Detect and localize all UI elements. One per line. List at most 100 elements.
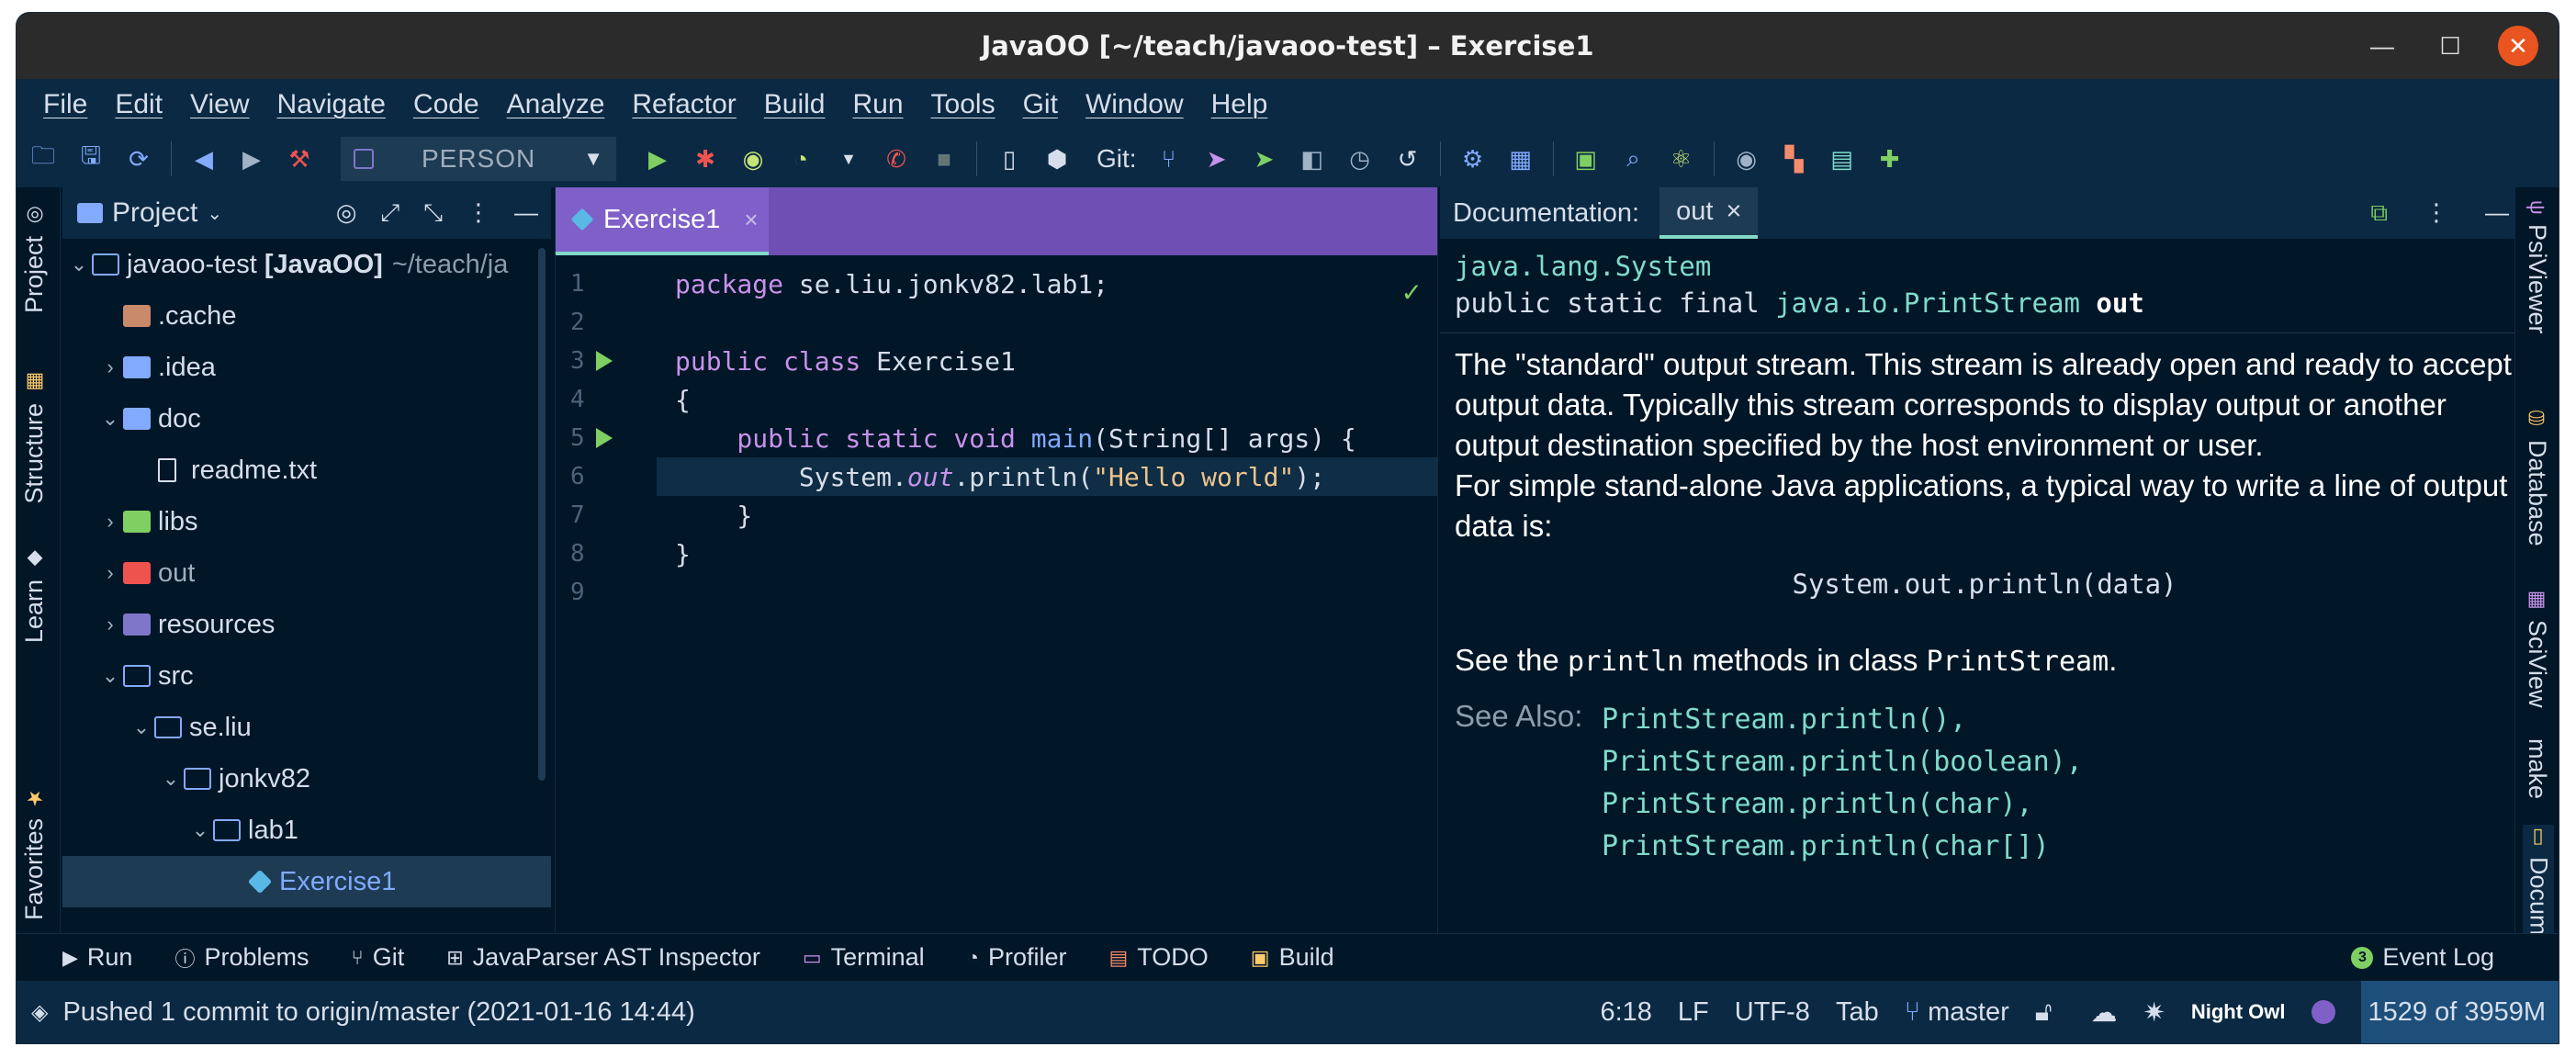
menu-git[interactable]: Git xyxy=(1009,89,1072,120)
tool-button-run[interactable]: ▶ Run xyxy=(62,943,132,972)
project-panel-title[interactable]: Project xyxy=(112,197,197,229)
git-branch-widget[interactable]: ⑂ master xyxy=(1905,997,2009,1028)
layout-icon[interactable]: ▚ xyxy=(1779,143,1810,174)
more-options-icon[interactable]: ⋮ xyxy=(467,198,490,228)
tool-tab-learn[interactable]: Learn ◆ xyxy=(20,547,49,643)
menu-analyze[interactable]: Analyze xyxy=(493,89,619,120)
project-scrollbar[interactable] xyxy=(538,248,546,781)
file-encoding[interactable]: UTF-8 xyxy=(1735,997,1810,1028)
tree-row-libs[interactable]: › libs xyxy=(62,496,551,547)
menu-help[interactable]: Help xyxy=(1198,89,1282,120)
edit-source-icon[interactable]: ⧉ xyxy=(2370,198,2388,228)
chevron-down-icon[interactable]: ⌄ xyxy=(129,715,154,739)
package-icon[interactable]: ⬢ xyxy=(1041,143,1073,174)
hide-panel-icon[interactable]: — xyxy=(2485,198,2509,228)
chevron-down-icon[interactable]: ⌄ xyxy=(97,407,123,431)
chevron-right-icon[interactable]: › xyxy=(97,355,123,379)
minimize-button[interactable]: — xyxy=(2362,26,2402,66)
locate-icon[interactable]: ◎ xyxy=(336,198,357,228)
close-tab-icon[interactable]: × xyxy=(1726,197,1741,227)
chevron-right-icon[interactable]: › xyxy=(97,613,123,636)
tree-row-resources[interactable]: › resources xyxy=(62,599,551,650)
chevron-down-icon[interactable]: ⌄ xyxy=(97,664,123,688)
debug-icon[interactable]: ✱ xyxy=(690,143,721,174)
tree-row-root[interactable]: ⌄ javaoo-test [JavaOO] ~/teach/ja xyxy=(62,239,551,290)
tool-tab-favorites[interactable]: Favorites ★ xyxy=(20,786,49,920)
lock-icon[interactable]: 🔓︎ xyxy=(2035,997,2053,1028)
tree-row-cache[interactable]: .cache xyxy=(62,290,551,342)
presentation-icon[interactable]: ▤ xyxy=(1827,143,1858,174)
see-also-link[interactable]: PrintStream.println(char), xyxy=(1602,783,2083,826)
project-structure-icon[interactable]: ▦ xyxy=(1505,143,1536,174)
caret-position[interactable]: 6:18 xyxy=(1600,997,1651,1028)
tool-button-git[interactable]: ⑂ Git xyxy=(352,943,405,972)
forward-arrow-icon[interactable]: ▶ xyxy=(236,143,267,174)
search-icon[interactable]: ⌕ xyxy=(1618,143,1649,174)
tool-button-problems[interactable]: ⓘ Problems xyxy=(174,943,309,973)
menu-navigate[interactable]: Navigate xyxy=(264,89,399,120)
tool-tab-docum[interactable]: ▯ Docum xyxy=(2523,825,2554,936)
menu-window[interactable]: Window xyxy=(1072,89,1198,120)
tool-tab-structure[interactable]: Structure ▦ xyxy=(20,371,49,504)
terminal-icon[interactable]: ▣ xyxy=(1570,143,1602,174)
close-tab-icon[interactable]: × xyxy=(744,206,758,234)
run-config-select[interactable]: PERSON ▼ xyxy=(341,137,616,181)
status-message[interactable]: Pushed 1 commit to origin/master (2021-0… xyxy=(62,997,694,1028)
git-push-icon[interactable]: ➤ xyxy=(1201,143,1232,174)
menu-file[interactable]: File xyxy=(29,89,101,120)
tool-tab-psiviewer[interactable]: ψ PsiViewer xyxy=(2523,200,2551,333)
tree-row-doc[interactable]: ⌄ doc xyxy=(62,393,551,445)
line-separator[interactable]: LF xyxy=(1678,997,1709,1028)
chevron-right-icon[interactable]: › xyxy=(97,510,123,534)
indent-setting[interactable]: Tab xyxy=(1836,997,1879,1028)
tree-row-idea[interactable]: › .idea xyxy=(62,342,551,393)
sync-icon[interactable]: ⟳ xyxy=(123,143,154,174)
plugin-atom-icon[interactable]: ⚛ xyxy=(1666,143,1697,174)
memory-indicator[interactable]: 1529 of 3959M xyxy=(2360,981,2559,1043)
cloud-settings-icon[interactable]: ☁ xyxy=(2091,996,2118,1029)
power-save-icon[interactable]: ✷ xyxy=(2143,996,2165,1029)
attach-icon[interactable]: ✆ xyxy=(881,143,912,174)
chevron-down-icon[interactable]: ⌄ xyxy=(207,202,222,225)
menu-refactor[interactable]: Refactor xyxy=(618,89,749,120)
tool-button-ast-inspector[interactable]: ⊞ JavaParser AST Inspector xyxy=(446,943,760,972)
code-area[interactable]: package se.liu.jonkv82.lab1; public clas… xyxy=(657,264,1437,612)
record-icon[interactable]: ◉ xyxy=(1731,143,1762,174)
menu-edit[interactable]: Edit xyxy=(101,89,176,120)
back-arrow-icon[interactable]: ◀ xyxy=(188,143,219,174)
doc-class-path[interactable]: java.lang.System xyxy=(1455,248,2514,285)
tree-row-lab1[interactable]: ⌄ lab1 xyxy=(62,805,551,856)
tree-row-jonkv82[interactable]: ⌄ jonkv82 xyxy=(62,753,551,805)
tool-tab-project[interactable]: Project ◎ xyxy=(20,204,49,313)
build-hammer-icon[interactable]: ⚒ xyxy=(284,143,315,174)
tool-button-event-log[interactable]: 3 Event Log xyxy=(2351,943,2494,972)
tool-tab-sciview[interactable]: ▦ SciView xyxy=(2523,588,2551,708)
tree-row-seliu[interactable]: ⌄ se.liu xyxy=(62,702,551,753)
tool-button-build[interactable]: ▣ Build xyxy=(1251,943,1334,972)
menu-code[interactable]: Code xyxy=(399,89,493,120)
tool-tab-database[interactable]: ⛁ Database xyxy=(2523,408,2551,546)
menu-view[interactable]: View xyxy=(176,89,263,120)
tree-row-src[interactable]: ⌄ src xyxy=(62,650,551,702)
profile-icon[interactable]: ◔ xyxy=(785,143,816,174)
stop-icon[interactable]: ■ xyxy=(928,143,960,174)
compare-icon[interactable]: ◧ xyxy=(1297,143,1328,174)
tool-button-todo[interactable]: ▤ TODO xyxy=(1108,943,1208,972)
run-gutter-icon[interactable] xyxy=(596,351,613,371)
chevron-down-icon[interactable]: ⌄ xyxy=(66,253,92,276)
git-branch-icon[interactable]: ⑂ xyxy=(1153,143,1185,174)
run-gutter-icon[interactable] xyxy=(596,428,613,448)
collapse-all-icon[interactable]: ⤡ xyxy=(423,198,443,228)
rollback-icon[interactable]: ↺ xyxy=(1392,143,1423,174)
more-run-icon[interactable]: ▼ xyxy=(833,143,864,174)
expand-all-icon[interactable]: ⤢ xyxy=(380,198,399,228)
theme-name[interactable]: Night Owl xyxy=(2191,1000,2286,1024)
menu-run[interactable]: Run xyxy=(839,89,917,120)
device-icon[interactable]: ▯ xyxy=(994,143,1025,174)
tree-row-out[interactable]: › out xyxy=(62,547,551,599)
close-button[interactable]: ✕ xyxy=(2498,26,2538,66)
open-folder-icon[interactable]: 🗀 xyxy=(28,141,59,174)
git-commit-icon[interactable]: ➤ xyxy=(1249,143,1280,174)
doc-tab-out[interactable]: out × xyxy=(1659,187,1759,239)
doc-type-link[interactable]: java.io.PrintStream xyxy=(1775,287,2080,319)
